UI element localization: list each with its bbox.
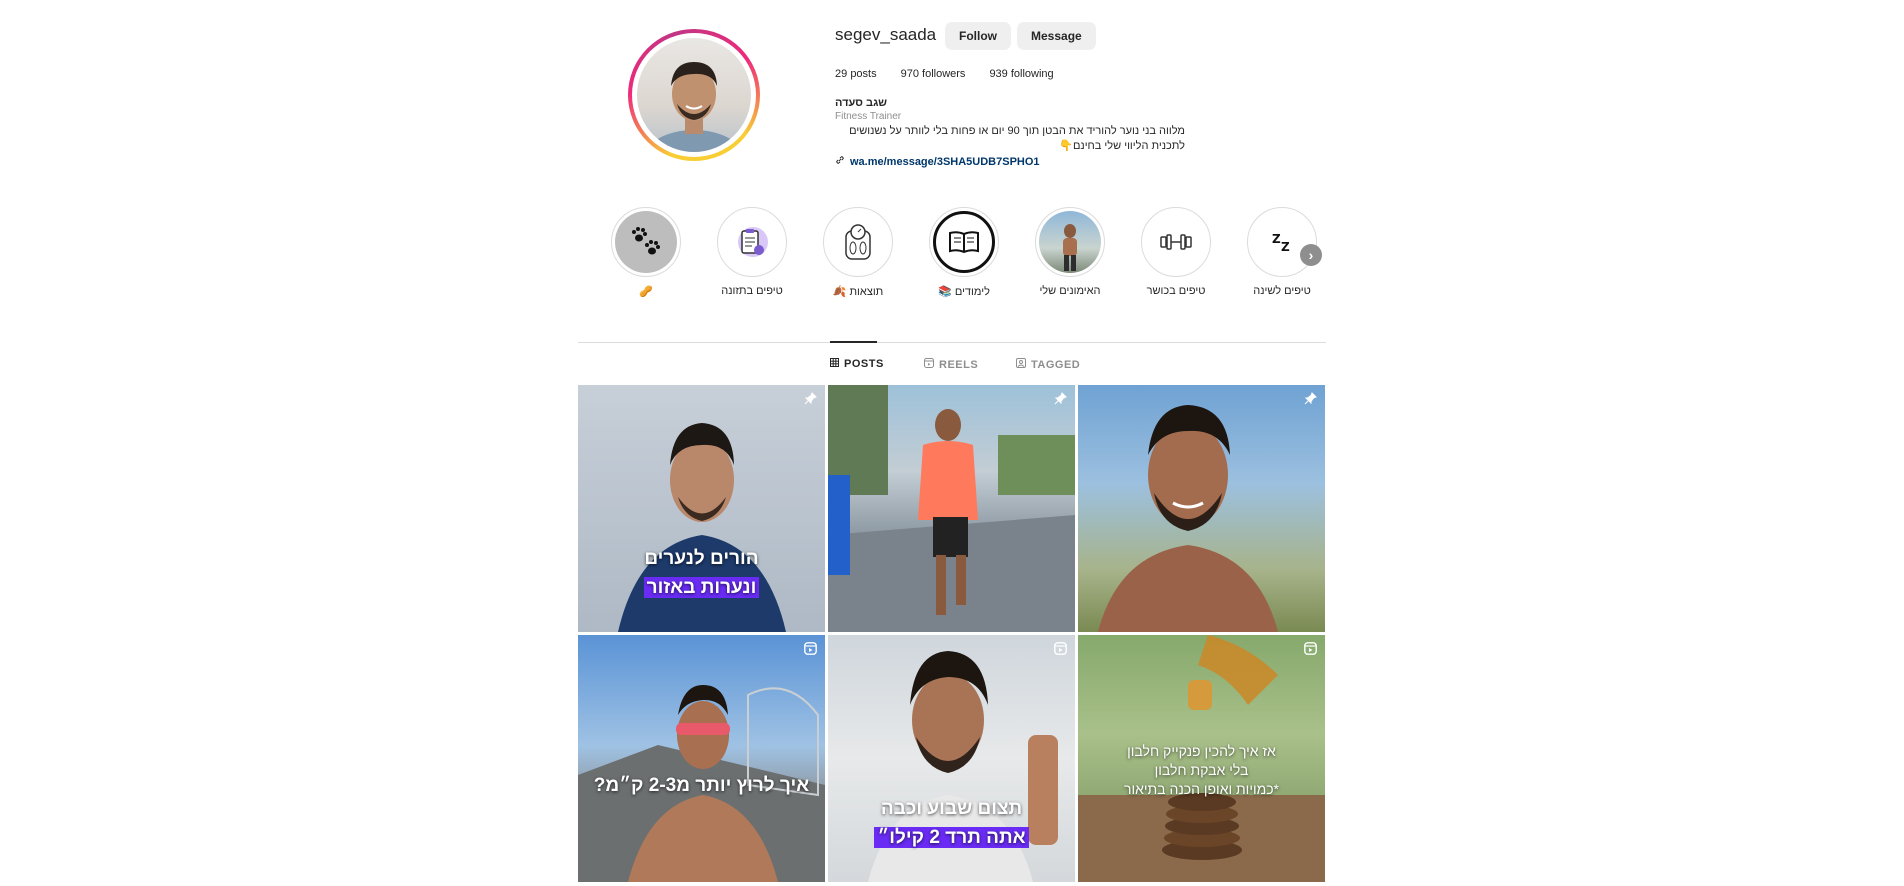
highlights-next-button[interactable]: › bbox=[1300, 244, 1322, 266]
grid-icon bbox=[830, 358, 839, 370]
highlight-item[interactable]: 🥜 bbox=[606, 207, 686, 298]
highlight-label: 🥜 bbox=[639, 286, 653, 298]
post-tile[interactable]: אז איך להכין פנקייק חלבון בלי אבקת חלבון… bbox=[1078, 635, 1325, 882]
highlight-label: טיפים בתזונה bbox=[721, 285, 783, 297]
profile-full-name: שגב סעדה bbox=[835, 97, 887, 109]
post-tile[interactable]: תצום שבוע וכבה אתה תרד 2 קילו״ bbox=[828, 635, 1075, 882]
pin-icon bbox=[804, 392, 817, 408]
profile-stats: 29 posts 970 followers 939 following bbox=[835, 68, 1078, 80]
pin-icon bbox=[1054, 392, 1067, 408]
post-tile[interactable] bbox=[828, 385, 1075, 632]
paw-prints-icon bbox=[615, 211, 677, 273]
reels-icon bbox=[804, 642, 817, 658]
tab-label: POSTS bbox=[844, 358, 884, 370]
post-caption: הורים לנערים bbox=[644, 548, 759, 569]
post-tile[interactable]: הורים לנערים ונערות באזור bbox=[578, 385, 825, 632]
post-caption: *כמויות ואופן הכנה בתיאור bbox=[1123, 781, 1280, 797]
svg-text:Z: Z bbox=[1281, 240, 1290, 254]
post-caption: אתה תרד 2 קילו״ bbox=[828, 827, 1075, 849]
following-stat[interactable]: 939 following bbox=[989, 68, 1053, 80]
profile-category: Fitness Trainer bbox=[835, 111, 902, 122]
highlight-label: טיפים בכושר bbox=[1146, 285, 1206, 297]
highlight-item[interactable]: האימונים שלי bbox=[1030, 207, 1110, 297]
tab-tagged[interactable]: TAGGED bbox=[1016, 358, 1080, 371]
followers-stat[interactable]: 970 followers bbox=[901, 68, 966, 80]
reels-icon bbox=[1054, 642, 1067, 658]
link-icon bbox=[835, 155, 845, 168]
username: segev_saada bbox=[835, 25, 937, 44]
follow-button[interactable]: Follow bbox=[945, 22, 1011, 50]
dumbbell-icon bbox=[1145, 211, 1207, 273]
reels-icon bbox=[1304, 642, 1317, 658]
profile-avatar-ring[interactable] bbox=[628, 29, 760, 161]
followers-count: 970 bbox=[900, 68, 919, 80]
bio-line: מלווה בני נוער להוריד את הבטן תוך 90 יום… bbox=[849, 125, 1185, 137]
avatar bbox=[637, 38, 751, 152]
posts-count: 29 bbox=[835, 68, 848, 80]
highlight-label: טיפים לשינה bbox=[1253, 285, 1311, 297]
highlight-item[interactable]: טיפים בתזונה bbox=[712, 207, 792, 297]
post-caption-highlight: ונערות באזור bbox=[643, 577, 760, 598]
highlight-label: לימודים 📚 bbox=[938, 286, 990, 298]
highlight-photo bbox=[1039, 211, 1101, 273]
post-photo bbox=[1098, 405, 1278, 632]
posts-label: posts bbox=[850, 68, 877, 80]
post-tile[interactable]: איך לרוץ יותר מ2-3 ק״מ? bbox=[578, 635, 825, 882]
following-label: following bbox=[1010, 68, 1054, 80]
post-photo bbox=[578, 685, 825, 882]
highlight-item[interactable]: טיפים בכושר bbox=[1136, 207, 1216, 297]
bio-line: לתכנית הליווי שלי בחינם👇 bbox=[1059, 140, 1185, 152]
post-tile[interactable] bbox=[1078, 385, 1325, 632]
profile-bio: מלווה בני נוער להוריד את הבטן תוך 90 יום… bbox=[835, 124, 1185, 154]
highlight-item[interactable]: תוצאות 🍂 bbox=[818, 207, 898, 298]
svg-text:Z: Z bbox=[1272, 232, 1281, 246]
following-count: 939 bbox=[989, 68, 1008, 80]
highlight-item[interactable]: לימודים 📚 bbox=[924, 207, 1004, 298]
reels-icon bbox=[924, 358, 934, 371]
message-button[interactable]: Message bbox=[1017, 22, 1096, 50]
tab-reels[interactable]: REELS bbox=[924, 358, 978, 371]
highlight-label: תוצאות 🍂 bbox=[832, 286, 884, 298]
followers-label: followers bbox=[922, 68, 966, 80]
tab-posts[interactable]: POSTS bbox=[830, 358, 884, 370]
tabs-divider bbox=[578, 342, 1326, 343]
post-caption: ונערות באזור bbox=[578, 577, 825, 599]
post-photo bbox=[828, 385, 1075, 632]
post-caption: בלי אבקת חלבון bbox=[1154, 762, 1249, 778]
post-caption: איך לרוץ יותר מ2-3 ק״מ? bbox=[593, 775, 810, 796]
tab-label: REELS bbox=[939, 358, 979, 371]
book-icon bbox=[933, 211, 995, 273]
tab-label: TAGGED bbox=[1031, 358, 1081, 371]
pin-icon bbox=[1304, 392, 1317, 408]
scale-icon bbox=[827, 211, 889, 273]
clipboard-icon bbox=[721, 211, 783, 273]
post-caption-highlight: אתה תרד 2 קילו״ bbox=[874, 827, 1029, 848]
tagged-icon bbox=[1016, 358, 1026, 371]
highlight-label: האימונים שלי bbox=[1039, 285, 1101, 297]
link-text: wa.me/message/3SHA5UDB7SPHO1 bbox=[850, 155, 1040, 168]
posts-stat: 29 posts bbox=[835, 68, 877, 80]
post-caption: תצום שבוע וכבה bbox=[880, 798, 1023, 819]
active-tab-indicator bbox=[830, 341, 877, 343]
post-caption: אז איך להכין פנקייק חלבון bbox=[1127, 743, 1276, 759]
profile-link[interactable]: wa.me/message/3SHA5UDB7SPHO1 bbox=[835, 155, 1040, 168]
